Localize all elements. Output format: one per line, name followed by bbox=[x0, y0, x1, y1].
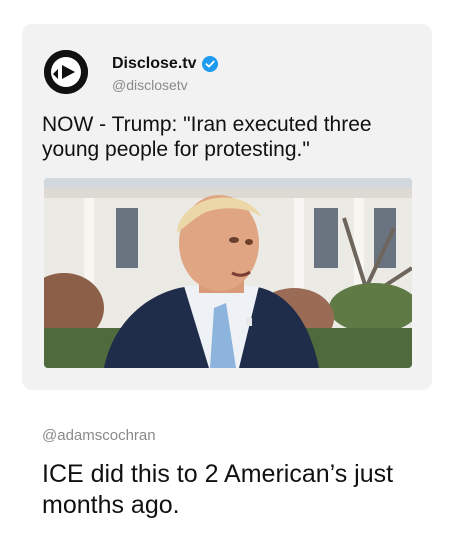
verified-badge-icon bbox=[202, 56, 219, 72]
disclose-play-logo-icon[interactable] bbox=[44, 50, 88, 94]
quote-author-handle[interactable]: @adamscochran bbox=[42, 427, 156, 444]
author-name-row: Disclose.tv bbox=[112, 54, 219, 74]
post-photo[interactable] bbox=[44, 178, 412, 368]
quoted-post-card[interactable]: Disclose.tv @disclosetv NOW - Trump: "Ir… bbox=[22, 24, 432, 390]
author-display-name[interactable]: Disclose.tv bbox=[112, 55, 196, 73]
quoted-post-text: NOW - Trump: "Iran executed three young … bbox=[42, 113, 372, 161]
author-handle[interactable]: @disclosetv bbox=[112, 77, 188, 93]
quote-text: ICE did this to 2 American’s just months… bbox=[42, 460, 394, 519]
